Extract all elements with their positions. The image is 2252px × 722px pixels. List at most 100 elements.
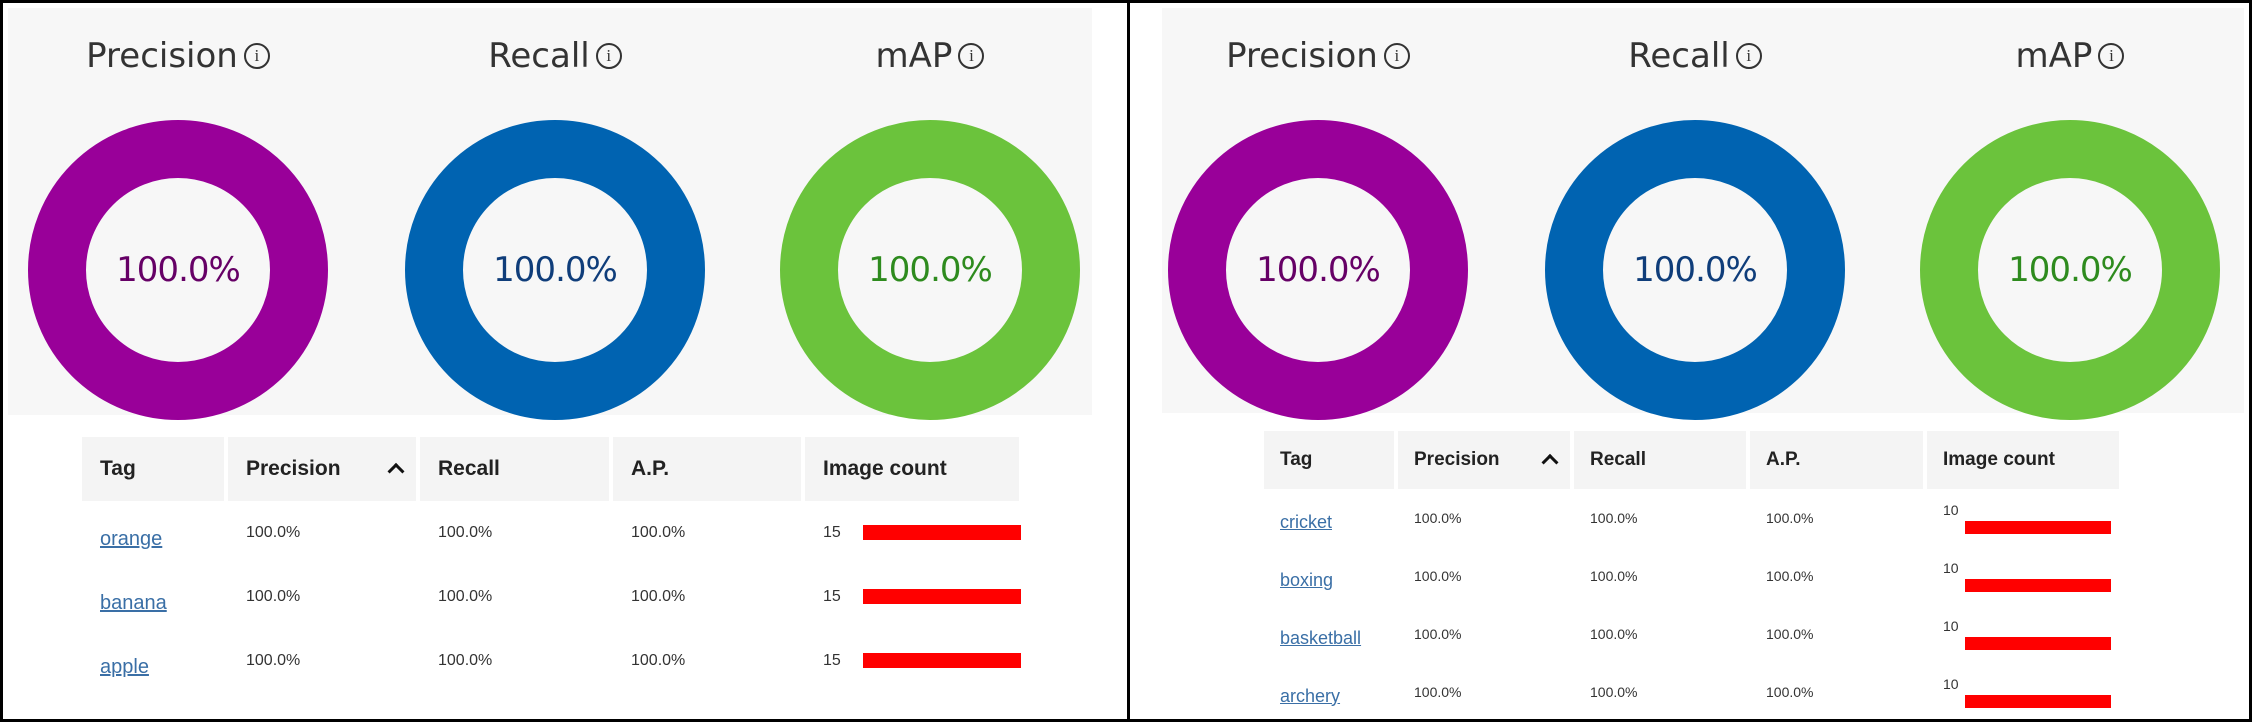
precision-donut: 100.0% — [28, 120, 328, 420]
column-header-tag[interactable]: Tag — [1264, 431, 1398, 489]
recall-title: Recall i — [405, 36, 705, 76]
column-header-recall[interactable]: Recall — [1574, 431, 1750, 489]
ap-cell: 100.0% — [1766, 684, 1814, 700]
ap-cell: 100.0% — [1766, 568, 1814, 584]
table-row: banana 100.0% 100.0% 100.0% 15 — [82, 565, 1023, 629]
tag-link-banana[interactable]: banana — [100, 592, 167, 614]
precision-cell: 100.0% — [1414, 510, 1462, 526]
image-count-value: 15 — [823, 524, 841, 541]
precision-title: Precision i — [1168, 36, 1468, 76]
tag-performance-table: Tag Precision Recall A.P. Image count or… — [82, 437, 1023, 693]
map-value: 100.0% — [2008, 250, 2133, 290]
info-icon[interactable]: i — [1383, 42, 1410, 69]
column-header-ap[interactable]: A.P. — [1750, 431, 1927, 489]
recall-title: Recall i — [1545, 36, 1845, 76]
image-count-cell: 10 — [1927, 489, 2123, 547]
image-count-value: 15 — [823, 588, 841, 605]
tag-link-boxing[interactable]: boxing — [1280, 570, 1333, 590]
image-count-value: 10 — [1943, 560, 1959, 576]
recall-cell: 100.0% — [1590, 684, 1638, 700]
image-count-bar — [862, 653, 1021, 669]
image-count-bar — [1965, 694, 2111, 708]
tag-link-archery[interactable]: archery — [1280, 686, 1340, 706]
ap-cell: 100.0% — [631, 524, 686, 541]
metrics-summary: Precision i 100.0% Recall i 100.0% mAP i… — [1162, 8, 2244, 420]
map-donut: 100.0% — [1920, 120, 2220, 420]
image-count-cell: 10 — [1927, 605, 2123, 663]
image-count-cell: 15 — [805, 629, 1023, 693]
recall-cell: 100.0% — [438, 588, 493, 605]
map-title: mAP i — [1920, 36, 2220, 76]
recall-value: 100.0% — [493, 250, 618, 290]
column-header-precision[interactable]: Precision — [1398, 431, 1574, 489]
tag-cell: banana — [82, 565, 228, 629]
column-header-ap[interactable]: A.P. — [613, 437, 805, 501]
precision-cell: 100.0% — [1414, 568, 1462, 584]
column-header-precision[interactable]: Precision — [228, 437, 420, 501]
evaluation-panel-right: Precision i 100.0% Recall i 100.0% mAP i… — [1130, 0, 2252, 722]
column-header-recall[interactable]: Recall — [420, 437, 613, 501]
image-count-bar — [862, 589, 1021, 605]
table-row: basketball 100.0% 100.0% 100.0% 10 — [1264, 605, 2123, 663]
info-icon[interactable]: i — [2098, 42, 2125, 69]
sort-ascending-caret-icon[interactable] — [1541, 453, 1559, 471]
precision-cell: 100.0% — [246, 588, 301, 605]
table-row: orange 100.0% 100.0% 100.0% 15 — [82, 501, 1023, 565]
recall-cell: 100.0% — [438, 524, 493, 541]
tag-link-orange[interactable]: orange — [100, 528, 162, 550]
image-count-bar — [862, 525, 1021, 541]
tag-cell: basketball — [1264, 605, 1398, 663]
image-count-cell: 15 — [805, 501, 1023, 565]
image-count-bar — [1965, 636, 2111, 650]
image-count-value: 15 — [823, 652, 841, 669]
table-row: archery 100.0% 100.0% 100.0% 10 — [1264, 663, 2123, 721]
tag-link-apple[interactable]: apple — [100, 656, 149, 678]
image-count-cell: 10 — [1927, 547, 2123, 605]
table-row: boxing 100.0% 100.0% 100.0% 10 — [1264, 547, 2123, 605]
table-row: cricket 100.0% 100.0% 100.0% 10 — [1264, 489, 2123, 547]
map-donut: 100.0% — [780, 120, 1080, 420]
recall-value: 100.0% — [1633, 250, 1758, 290]
image-count-bar — [1965, 520, 2111, 534]
precision-donut: 100.0% — [1168, 120, 1468, 420]
tag-cell: apple — [82, 629, 228, 693]
map-value: 100.0% — [868, 250, 993, 290]
precision-cell: 100.0% — [246, 524, 301, 541]
image-count-value: 10 — [1943, 502, 1959, 518]
evaluation-panel-left: Precision i 100.0% Recall i 100.0% mAP i… — [0, 0, 1127, 722]
tag-cell: archery — [1264, 663, 1398, 721]
recall-donut: 100.0% — [405, 120, 705, 420]
info-icon[interactable]: i — [958, 42, 985, 69]
column-header-image-count[interactable]: Image count — [805, 437, 1023, 501]
recall-donut: 100.0% — [1545, 120, 1845, 420]
precision-title: Precision i — [28, 36, 328, 76]
tag-cell: orange — [82, 501, 228, 565]
info-icon[interactable]: i — [595, 42, 622, 69]
sort-ascending-caret-icon[interactable] — [387, 462, 405, 480]
image-count-bar — [1965, 578, 2111, 592]
metrics-summary: Precision i 100.0% Recall i 100.0% mAP i… — [8, 8, 1092, 420]
image-count-cell: 15 — [805, 565, 1023, 629]
precision-cell: 100.0% — [246, 652, 301, 669]
recall-cell: 100.0% — [438, 652, 493, 669]
column-header-tag[interactable]: Tag — [82, 437, 228, 501]
tag-cell: boxing — [1264, 547, 1398, 605]
precision-value: 100.0% — [1256, 250, 1381, 290]
column-header-image-count[interactable]: Image count — [1927, 431, 2123, 489]
image-count-value: 10 — [1943, 676, 1959, 692]
precision-cell: 100.0% — [1414, 626, 1462, 642]
info-icon[interactable]: i — [1735, 42, 1762, 69]
tag-cell: cricket — [1264, 489, 1398, 547]
info-icon[interactable]: i — [243, 42, 270, 69]
tag-link-basketball[interactable]: basketball — [1280, 628, 1361, 648]
tag-performance-table: Tag Precision Recall A.P. Image count cr… — [1264, 431, 2123, 721]
recall-cell: 100.0% — [1590, 510, 1638, 526]
precision-value: 100.0% — [116, 250, 241, 290]
tag-link-cricket[interactable]: cricket — [1280, 512, 1332, 532]
recall-cell: 100.0% — [1590, 626, 1638, 642]
map-title: mAP i — [780, 36, 1080, 76]
ap-cell: 100.0% — [631, 588, 686, 605]
ap-cell: 100.0% — [1766, 626, 1814, 642]
ap-cell: 100.0% — [1766, 510, 1814, 526]
table-row: apple 100.0% 100.0% 100.0% 15 — [82, 629, 1023, 693]
